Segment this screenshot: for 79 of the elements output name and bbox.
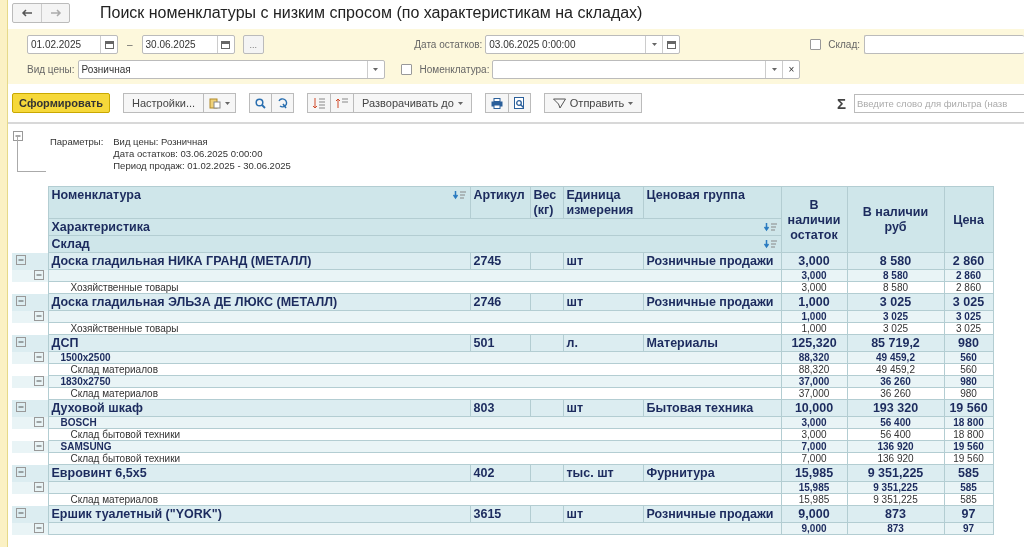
- search-next-button[interactable]: [272, 93, 295, 113]
- collapse-icon[interactable]: [16, 337, 26, 347]
- sum-button[interactable]: Σ: [837, 94, 846, 112]
- collapse-icon[interactable]: [33, 310, 44, 321]
- preview-button[interactable]: [508, 93, 531, 113]
- print-button[interactable]: [484, 93, 509, 113]
- dash-separator: –: [127, 39, 133, 50]
- clear-button[interactable]: ×: [782, 61, 800, 78]
- collapse-all-button[interactable]: [331, 93, 355, 113]
- field-label: Номенклатура:: [419, 64, 490, 75]
- sort-icon[interactable]: [763, 223, 778, 232]
- clipboard-icon: [209, 97, 222, 109]
- expand-all-button[interactable]: [307, 93, 332, 113]
- tree-line: [17, 137, 46, 172]
- column-header: Ценовая группа: [643, 186, 781, 219]
- settings-button[interactable]: Настройки...: [123, 93, 205, 113]
- collapse-icon[interactable]: [33, 440, 44, 451]
- checkbox[interactable]: [400, 64, 412, 75]
- column-header: Номенклатура: [48, 186, 470, 219]
- window-title: Поиск номенклатуры с низким спросом (по характеристикам на складах): [100, 4, 643, 22]
- field-label: Дата остатков:: [414, 39, 483, 50]
- collapse-icon[interactable]: [33, 375, 44, 386]
- field-label: Вид цены:: [27, 64, 75, 75]
- collapse-icon[interactable]: [16, 255, 26, 265]
- column-header: Вес (кг): [530, 186, 563, 219]
- search-button[interactable]: [249, 93, 273, 113]
- parameter-text: Дата остатков: 03.06.2025 0:00:00: [113, 148, 264, 160]
- column-header: В наличии руб: [847, 186, 944, 253]
- variant-button[interactable]: [204, 93, 237, 113]
- sort-icon[interactable]: [763, 240, 778, 249]
- field-label: Склад:: [828, 39, 860, 50]
- collapse-icon[interactable]: [33, 416, 44, 427]
- warehouse-field[interactable]: [864, 35, 1024, 54]
- collapse-icon[interactable]: [16, 508, 26, 518]
- parameters-label: Параметры:: [50, 136, 104, 149]
- printer-icon: [490, 97, 503, 109]
- caret-icon: [628, 101, 634, 105]
- period-button[interactable]: ...: [242, 35, 265, 54]
- collapse-icon[interactable]: [33, 269, 44, 280]
- caret-icon: [373, 68, 379, 71]
- caret-icon: [225, 101, 231, 105]
- generate-button[interactable]: Сформировать: [12, 93, 110, 113]
- date-field[interactable]: 03.06.2025 0:00:00: [485, 35, 681, 54]
- sort-up-icon: [336, 97, 349, 109]
- parameter-text: Вид цены: Розничная: [113, 136, 209, 148]
- calendar-icon[interactable]: [221, 40, 231, 49]
- collapse-icon[interactable]: [33, 481, 44, 492]
- send-icon: [552, 97, 566, 109]
- parameter-text: Период продаж: 01.02.2025 - 30.06.2025: [113, 160, 291, 172]
- forward-arrow-icon: [49, 9, 62, 17]
- date-field[interactable]: 30.06.2025: [141, 35, 235, 54]
- column-header: Единица измерения: [563, 186, 643, 219]
- search-icon: [255, 97, 267, 109]
- collapse-icon[interactable]: [33, 522, 44, 533]
- nomenclature-field[interactable]: ×: [492, 60, 801, 79]
- price-type-field[interactable]: Розничная: [77, 60, 385, 79]
- collapse-icon[interactable]: [16, 402, 26, 412]
- caret-icon: [651, 43, 657, 46]
- column-header: В наличии остаток: [781, 186, 847, 253]
- send-button[interactable]: Отправить: [543, 93, 643, 113]
- expand-to-button[interactable]: Разворачивать до: [354, 93, 472, 113]
- search-next-icon: [277, 97, 289, 109]
- sort-down-icon: [313, 97, 326, 109]
- sort-icon[interactable]: [452, 191, 467, 200]
- preview-icon: [513, 97, 525, 109]
- collapse-icon[interactable]: [16, 296, 26, 306]
- date-field[interactable]: 01.02.2025: [27, 35, 118, 54]
- checkbox[interactable]: [810, 39, 822, 50]
- caret-icon: [457, 101, 463, 105]
- filter-field[interactable]: Введите слово для фильтра (назв: [854, 93, 1024, 113]
- column-header: Цена: [944, 186, 993, 253]
- collapse-icon[interactable]: [33, 351, 44, 362]
- caret-icon: [771, 68, 777, 71]
- back-arrow-icon: [21, 9, 33, 17]
- collapse-icon[interactable]: [16, 467, 26, 477]
- calendar-icon[interactable]: [666, 40, 676, 49]
- collapse-icon[interactable]: [13, 131, 23, 141]
- column-header: Артикул: [470, 186, 530, 219]
- calendar-icon[interactable]: [104, 40, 114, 49]
